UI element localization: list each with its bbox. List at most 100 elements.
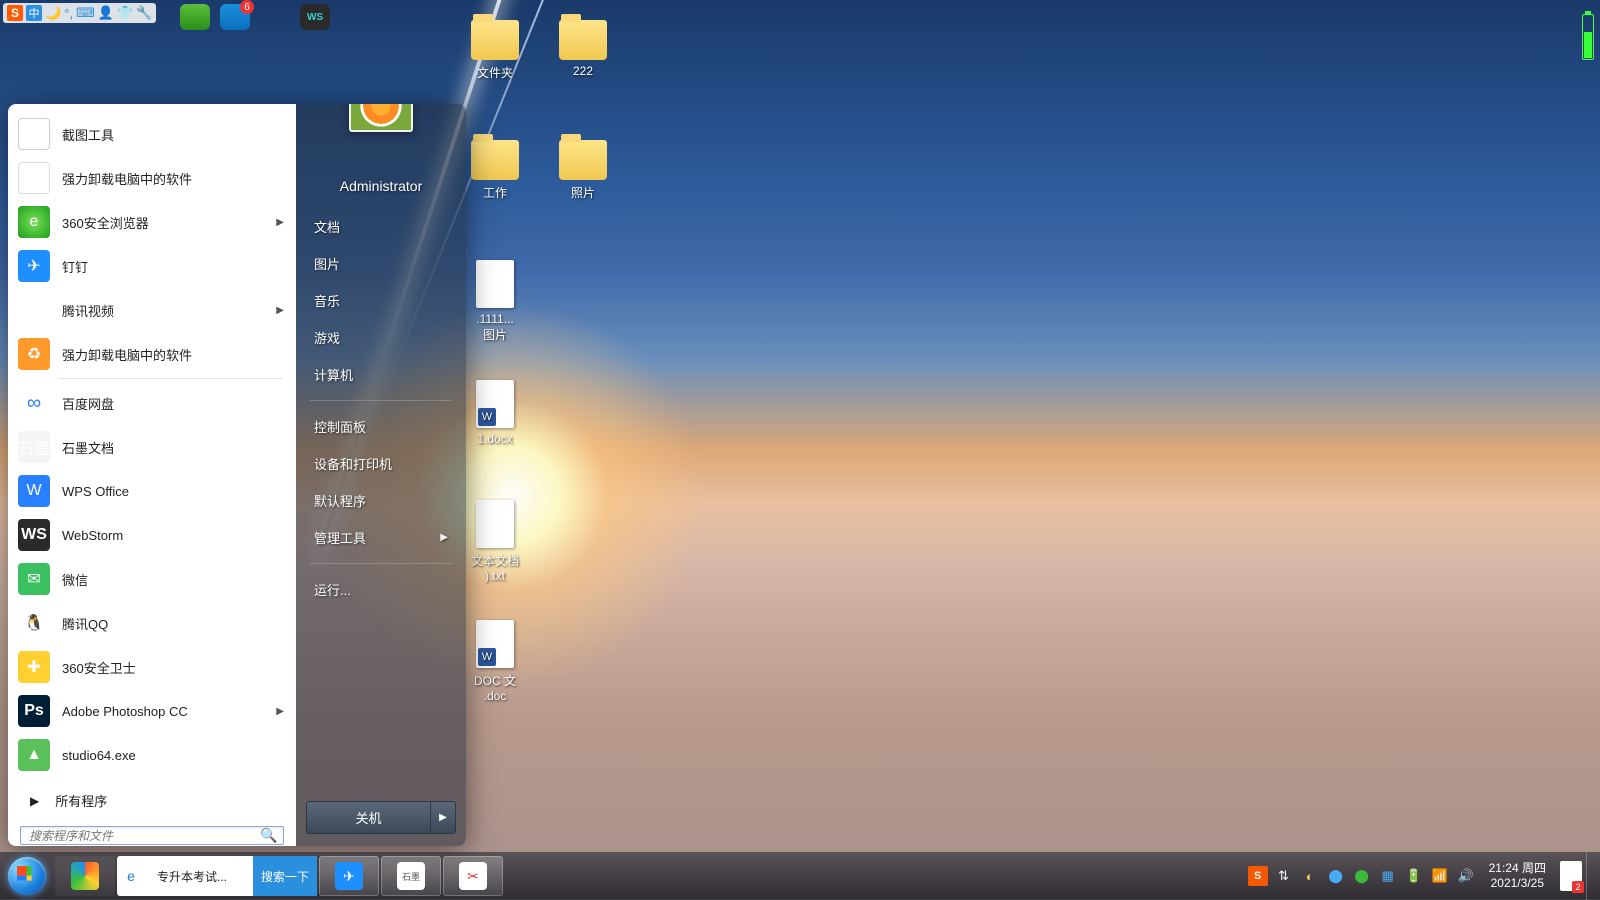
punct-icon[interactable]: °, <box>64 6 73 21</box>
app-icon[interactable] <box>260 4 290 30</box>
pi-shimo-icon: 石墨 <box>18 431 50 463</box>
icon-label: 文件夹 <box>452 64 538 81</box>
link-computer[interactable]: 计算机 <box>306 356 456 393</box>
start-search[interactable]: 🔍 <box>20 826 284 845</box>
username[interactable]: Administrator <box>306 178 456 194</box>
pi-ps-icon: Ps <box>18 695 50 727</box>
shutdown-button[interactable]: 关机 <box>306 801 430 834</box>
shutdown-options[interactable]: ▶ <box>430 801 456 834</box>
app-icon <box>71 862 99 890</box>
link-music[interactable]: 音乐 <box>306 282 456 319</box>
program-item[interactable]: WWPS Office <box>10 469 294 513</box>
program-item[interactable]: WSWebStorm <box>10 513 294 557</box>
battery-icon[interactable]: 🔋 <box>1404 866 1424 886</box>
program-item[interactable]: e360安全浏览器▶ <box>10 200 294 244</box>
link-games[interactable]: 游戏 <box>306 319 456 356</box>
taskbar-ie[interactable]: e 专升本考试... 搜索一下 <box>117 856 317 896</box>
partial-desktop-icons: 6 WS <box>180 4 330 30</box>
program-item[interactable]: ✈ 钉钉 <box>10 244 294 288</box>
program-label: 微信 <box>62 570 88 589</box>
user-avatar[interactable] <box>349 104 413 132</box>
scissors-icon: ✂ <box>459 862 487 890</box>
tray-icon[interactable]: ⬤ <box>1352 866 1372 886</box>
tray-icon[interactable]: ⇅ <box>1274 866 1294 886</box>
ime-toolbar[interactable]: S 中 🌙 °, ⌨ 👤 👕 🔧 <box>3 3 156 23</box>
link-run[interactable]: 运行... <box>306 571 456 608</box>
user-icon[interactable]: 👤 <box>98 5 114 21</box>
search-input[interactable] <box>21 829 255 843</box>
desktop-folder[interactable]: 照片 <box>540 140 626 201</box>
taskbar-shimo[interactable]: 石墨 <box>381 856 441 896</box>
webstorm-icon[interactable]: WS <box>300 4 330 30</box>
start-button[interactable] <box>0 852 54 900</box>
volume-icon[interactable]: 🔊 <box>1456 866 1476 886</box>
start-menu-places: Administrator 文档 图片 音乐 游戏 计算机 控制面板 设备和打印… <box>296 104 466 846</box>
battery-gadget[interactable] <box>1582 14 1594 60</box>
program-label: 钉钉 <box>62 257 88 276</box>
app-icon[interactable] <box>180 4 210 30</box>
link-devices[interactable]: 设备和打印机 <box>306 445 456 482</box>
program-item[interactable]: ✂截图工具 <box>10 112 294 156</box>
taskbar-snip[interactable]: ✂ <box>443 856 503 896</box>
icon-label: 222 <box>540 64 626 78</box>
taskbar-dingtalk[interactable]: ✈ <box>319 856 379 896</box>
program-label: 石墨文档 <box>62 438 114 457</box>
program-item[interactable]: ♻强力卸载电脑中的软件 <box>10 332 294 376</box>
pi-unin-icon: ♻ <box>18 338 50 370</box>
link-admin-tools[interactable]: 管理工具▶ <box>306 519 456 556</box>
program-item[interactable]: 强力卸载电脑中的软件 <box>10 156 294 200</box>
link-documents[interactable]: 文档 <box>306 208 456 245</box>
action-center-icon[interactable]: 2 <box>1560 861 1582 891</box>
pi-qq-icon: 🐧 <box>18 607 50 639</box>
wifi-icon[interactable]: 📶 <box>1430 866 1450 886</box>
separator <box>310 563 452 564</box>
program-item[interactable]: ✚360安全卫士 <box>10 645 294 689</box>
shutdown-group: 关机 ▶ <box>306 801 456 834</box>
program-label: 360安全卫士 <box>62 658 136 677</box>
tray-icon[interactable]: ▦ <box>1378 866 1398 886</box>
program-label: Adobe Photoshop CC <box>62 704 188 719</box>
pi-baidu-icon <box>18 387 50 419</box>
program-item[interactable]: ▶腾讯视频▶ <box>10 288 294 332</box>
moon-icon[interactable]: 🌙 <box>45 5 61 21</box>
wrench-icon[interactable]: 🔧 <box>136 5 152 21</box>
tray-icon[interactable]: ◐ <box>1300 866 1320 886</box>
all-programs[interactable]: ▶ 所有程序 <box>10 781 294 824</box>
badge: 6 <box>240 0 254 14</box>
search-icon[interactable]: 🔍 <box>255 827 283 844</box>
program-item[interactable]: 百度网盘 <box>10 381 294 425</box>
link-defaults[interactable]: 默认程序 <box>306 482 456 519</box>
ie-title: 专升本考试... <box>151 868 247 885</box>
sogou-icon[interactable]: S <box>7 5 23 21</box>
link-control-panel[interactable]: 控制面板 <box>306 408 456 445</box>
shimo-icon: 石墨 <box>397 862 425 890</box>
taskbar-clock[interactable]: 21:24 周四 2021/3/25 <box>1479 861 1556 891</box>
program-item[interactable]: PsAdobe Photoshop CC▶ <box>10 689 294 733</box>
ie-icon: e <box>117 862 145 890</box>
program-label: 强力卸载电脑中的软件 <box>62 169 192 188</box>
ie-search-button[interactable]: 搜索一下 <box>253 856 317 896</box>
all-programs-label: 所有程序 <box>55 791 107 810</box>
show-desktop-button[interactable] <box>1586 852 1598 900</box>
program-item[interactable]: 石墨石墨文档 <box>10 425 294 469</box>
start-menu: ✂截图工具强力卸载电脑中的软件 e360安全浏览器▶ ✈ 钉钉 ▶腾讯视频▶♻强力卸载电… <box>8 104 466 846</box>
desktop-folder[interactable]: 文件夹 <box>452 20 538 81</box>
link-pictures[interactable]: 图片 <box>306 245 456 282</box>
taskbar-pinned[interactable] <box>55 856 115 896</box>
separator <box>58 378 282 379</box>
program-label: 截图工具 <box>62 125 114 144</box>
program-item[interactable]: ✉微信 <box>10 557 294 601</box>
program-item[interactable]: ▲studio64.exe <box>10 733 294 777</box>
pi-ding-icon: ✈ <box>18 250 50 282</box>
ime-lang[interactable]: 中 <box>26 5 42 21</box>
program-label: WPS Office <box>62 484 129 499</box>
separator <box>310 400 452 401</box>
program-item[interactable]: 🐧 腾讯QQ <box>10 601 294 645</box>
desktop-folder[interactable]: 222 <box>540 20 626 78</box>
keyboard-icon[interactable]: ⌨ <box>76 5 95 21</box>
sogou-tray-icon[interactable]: S <box>1248 866 1268 886</box>
program-label: 腾讯QQ <box>62 614 108 633</box>
app-icon[interactable]: 6 <box>220 4 250 30</box>
tray-icon[interactable]: ⬤ <box>1326 866 1346 886</box>
shirt-icon[interactable]: 👕 <box>117 5 133 21</box>
